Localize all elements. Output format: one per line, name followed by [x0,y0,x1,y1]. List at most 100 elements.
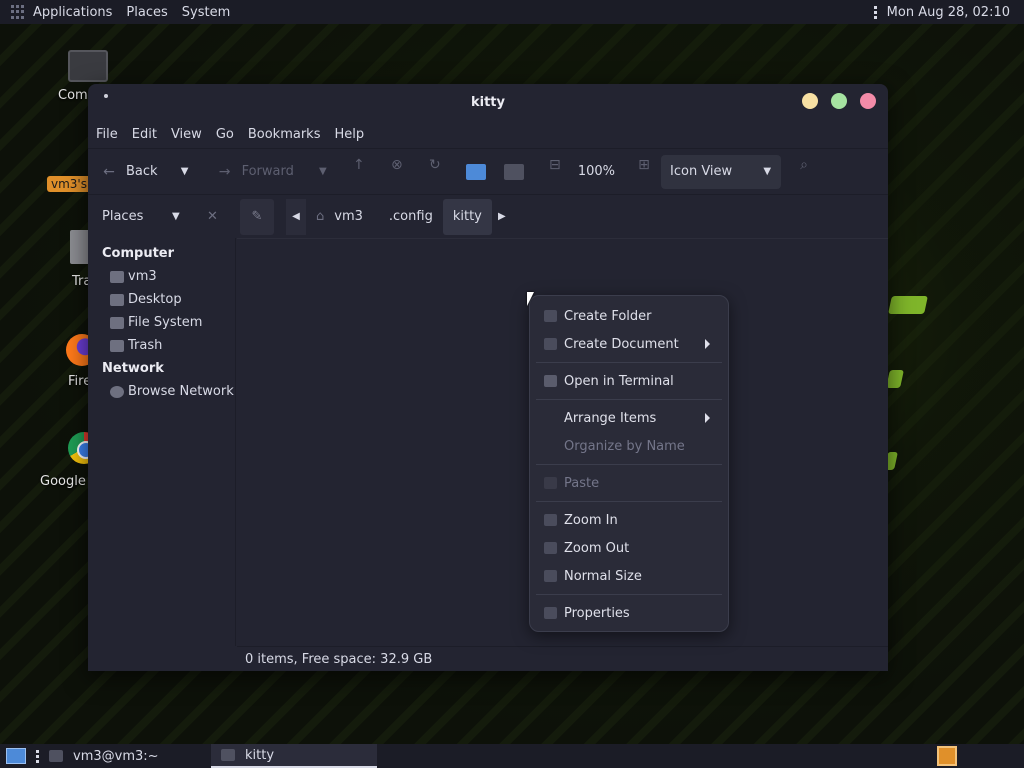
menu-separator [536,464,722,465]
zoom-in-icon[interactable]: ⊞ [635,157,653,187]
search-icon[interactable]: ⌕ [795,157,813,187]
menu-item-zoom-out[interactable]: Zoom Out [530,534,728,562]
file-manager-window: kitty File Edit View Go Bookmarks Help ←… [88,84,888,671]
menu-go[interactable]: Go [216,127,234,142]
menu-item-arrange-items[interactable]: Arrange Items [530,404,728,432]
paste-icon [544,477,557,489]
up-arrow-icon[interactable]: ↑ [350,157,368,187]
submenu-arrow-icon [705,339,710,349]
panel-handle-icon[interactable] [36,749,39,763]
close-sidebar-icon[interactable]: ✕ [207,209,218,224]
context-menu: Create Folder Create Document Open in Te… [529,295,729,632]
stop-icon[interactable]: ⊗ [388,157,406,187]
terminal-icon [49,750,63,762]
menubar: File Edit View Go Bookmarks Help [88,120,888,148]
sidebar-heading-network: Network [102,361,164,376]
sidebar-item-file-system[interactable]: File System [88,311,235,334]
menu-places[interactable]: Places [126,5,167,20]
sidebar-item-trash[interactable]: Trash [88,334,235,357]
folder-icon [221,749,235,761]
menu-applications[interactable]: Applications [33,5,112,20]
breadcrumb-right-button[interactable]: ▶ [492,199,512,235]
menu-item-organize-by-name[interactable]: Organize by Name [530,432,728,460]
minimize-button[interactable] [802,93,818,109]
task-kitty[interactable]: kitty [211,744,377,768]
arrow-right-icon: → [218,163,231,180]
desktop-icon [110,293,124,306]
titlebar[interactable]: kitty [88,84,888,120]
bottom-panel: vm3@vm3:~ kitty [0,744,1024,768]
menu-item-normal-size[interactable]: Normal Size [530,562,728,590]
reload-icon[interactable]: ↻ [426,157,444,187]
menu-system[interactable]: System [182,5,230,20]
desktop-icon-home[interactable]: vm3's [47,176,91,192]
breadcrumb-vm3[interactable]: ⌂ vm3 [306,199,373,235]
drive-icon [110,316,124,329]
terminal-icon [544,375,557,387]
menu-separator [536,594,722,595]
menu-separator [536,362,722,363]
clock[interactable]: Mon Aug 28, 02:10 [887,5,1010,20]
mouse-cursor-icon [527,292,534,306]
toolbar: ← Back ▼ → Forward ▼ ↑ ⊗ ↻ ⊟ 100% ⊞ Icon… [88,148,888,194]
wallpaper-accent [886,370,904,388]
zoom-out-icon [544,542,557,554]
close-button[interactable] [860,93,876,109]
menu-view[interactable]: View [171,127,202,142]
view-mode-select[interactable]: Icon View ▼ [661,154,782,189]
menu-item-create-folder[interactable]: Create Folder [530,302,728,330]
menu-file[interactable]: File [96,127,118,142]
apps-grid-icon[interactable] [11,5,25,19]
places-sidebar: Computer vm3 Desktop File System Trash N… [88,238,236,646]
menu-item-create-document[interactable]: Create Document [530,330,728,358]
location-bar: Places ▼ ✕ ✎ ◀ ⌂ vm3 .config kitty ▶ [88,194,888,238]
breadcrumb-left-button[interactable]: ◀ [286,198,306,235]
zoom-out-icon[interactable]: ⊟ [546,157,564,187]
home-icon: ⌂ [316,209,325,224]
workspace-switcher-icon[interactable] [937,746,957,766]
back-button[interactable]: ← Back ▼ [100,157,194,187]
document-icon [544,338,557,350]
computer-icon[interactable] [503,163,524,180]
menu-bookmarks[interactable]: Bookmarks [248,127,321,142]
sidebar-item-vm3[interactable]: vm3 [88,265,235,288]
chevron-down-icon: ▼ [763,166,772,177]
task-terminal[interactable]: vm3@vm3:~ [49,744,211,768]
edit-location-button[interactable]: ✎ [240,198,274,235]
status-bar: 0 items, Free space: 32.9 GB [237,646,888,671]
breadcrumb-config[interactable]: .config [379,199,443,235]
menu-separator [536,501,722,502]
computer-icon [68,50,108,82]
properties-icon [544,607,557,619]
maximize-button[interactable] [831,93,847,109]
menu-item-zoom-in[interactable]: Zoom In [530,506,728,534]
places-selector[interactable]: Places ▼ ✕ [88,195,236,239]
chevron-down-icon: ▼ [180,166,189,177]
top-panel: Applications Places System Mon Aug 28, 0… [0,0,1024,24]
home-folder-icon[interactable] [465,163,486,180]
menu-item-open-in-terminal[interactable]: Open in Terminal [530,367,728,395]
menu-item-paste[interactable]: Paste [530,469,728,497]
menu-help[interactable]: Help [334,127,364,142]
wallpaper-accent [888,296,928,314]
status-text: 0 items, Free space: 32.9 GB [245,651,433,667]
menu-item-properties[interactable]: Properties [530,599,728,627]
window-title: kitty [470,94,505,110]
submenu-arrow-icon [705,413,710,423]
sidebar-item-desktop[interactable]: Desktop [88,288,235,311]
menu-edit[interactable]: Edit [132,127,157,142]
zoom-in-icon [544,514,557,526]
chevron-down-icon: ▼ [318,166,327,177]
panel-kebab-icon[interactable] [873,5,877,19]
breadcrumb-kitty[interactable]: kitty [442,198,492,235]
show-desktop-icon[interactable] [6,748,26,764]
window-menu-icon[interactable] [104,94,108,98]
breadcrumb: ◀ ⌂ vm3 .config kitty ▶ [286,198,512,235]
pencil-icon: ✎ [251,209,263,224]
chevron-down-icon: ▼ [172,211,180,222]
zoom-level: 100% [577,164,616,179]
forward-button[interactable]: → Forward ▼ [216,157,332,187]
home-icon [110,270,124,283]
folder-icon [544,310,557,322]
sidebar-item-browse-network[interactable]: Browse Network [88,380,235,403]
